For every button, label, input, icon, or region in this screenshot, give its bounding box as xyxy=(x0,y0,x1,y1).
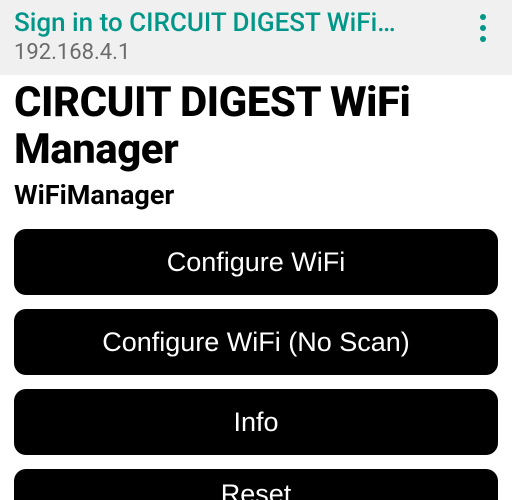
info-button[interactable]: Info xyxy=(14,389,498,455)
main-content: CIRCUIT DIGEST WiFi Manager WiFiManager … xyxy=(0,75,512,500)
page-subtitle: WiFiManager xyxy=(14,179,498,211)
reset-button[interactable]: Reset xyxy=(14,469,498,500)
captive-portal-header: Sign in to CIRCUIT DIGEST WiFi… 192.168.… xyxy=(0,0,512,75)
configure-wifi-noscan-button[interactable]: Configure WiFi (No Scan) xyxy=(14,309,498,375)
more-options-icon[interactable] xyxy=(470,8,498,42)
configure-wifi-button[interactable]: Configure WiFi xyxy=(14,229,498,295)
header-ip: 192.168.4.1 xyxy=(14,40,470,65)
header-title: Sign in to CIRCUIT DIGEST WiFi… xyxy=(14,8,470,38)
header-text: Sign in to CIRCUIT DIGEST WiFi… 192.168.… xyxy=(14,8,470,65)
page-title: CIRCUIT DIGEST WiFi Manager xyxy=(14,79,498,173)
button-stack: Configure WiFi Configure WiFi (No Scan) … xyxy=(14,229,498,500)
